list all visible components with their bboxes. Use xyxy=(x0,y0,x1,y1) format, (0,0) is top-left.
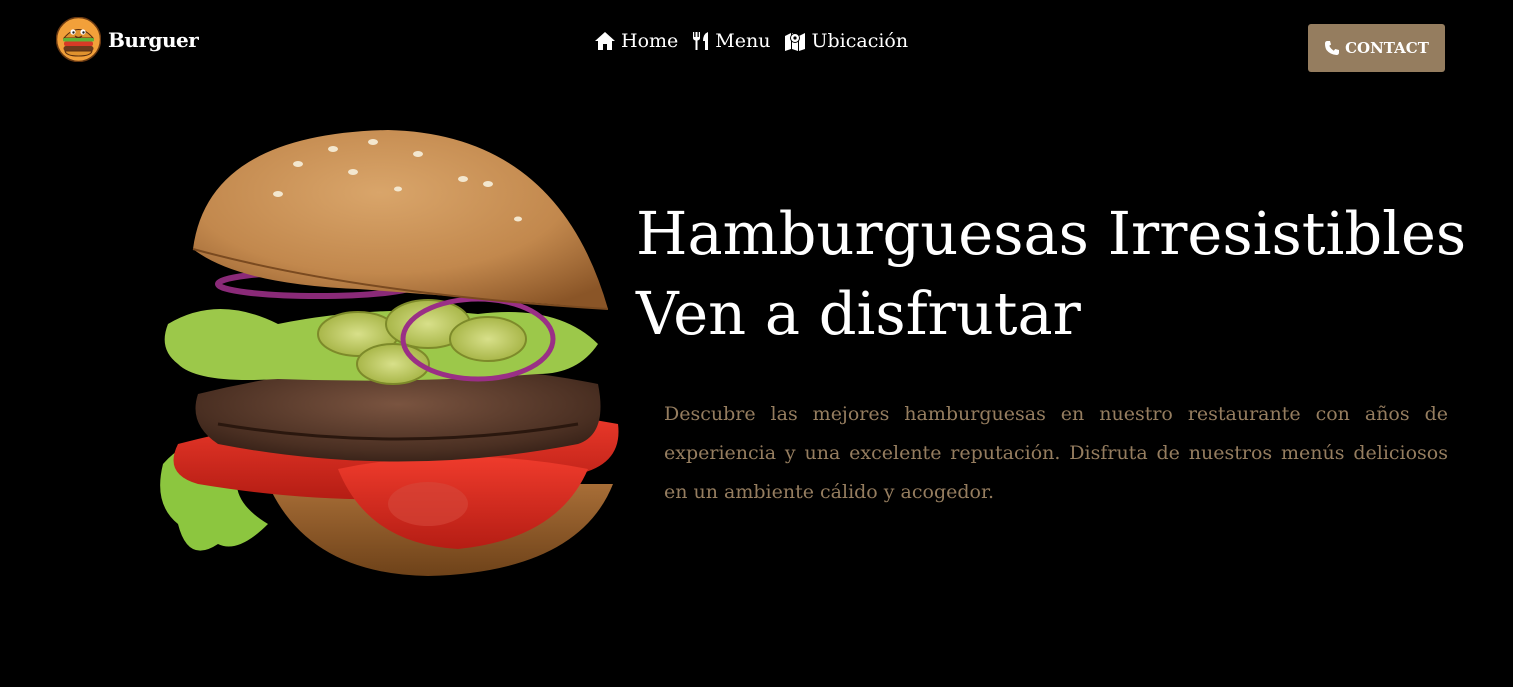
burger-photo xyxy=(160,130,619,576)
contact-button-label: CONTACT xyxy=(1345,39,1429,57)
brand-name: Burguer xyxy=(108,27,199,52)
nav-item-label: Home xyxy=(621,30,679,52)
main-nav: Home Menu Ubicación xyxy=(594,28,908,54)
hero-title-line-1: Hamburguesas Irresistibles xyxy=(636,199,1467,268)
nav-item-label: Menu xyxy=(715,30,771,52)
burger-mascot-icon xyxy=(56,17,101,62)
nav-item-label: Ubicación xyxy=(811,30,909,52)
hero-description: Descubre las mejores hamburguesas en nue… xyxy=(664,403,1448,503)
hero-title-line-2: Ven a disfrutar xyxy=(636,279,1081,348)
hero-title: Hamburguesas Irresistibles Ven a disfrut… xyxy=(636,194,1496,354)
nav-item-ubicacion[interactable]: Ubicación xyxy=(784,30,908,52)
brand-link[interactable]: Burguer xyxy=(56,17,199,62)
nav-item-home[interactable]: Home xyxy=(594,30,678,52)
utensils-icon xyxy=(692,31,710,51)
phone-icon xyxy=(1324,40,1340,56)
contact-button[interactable]: CONTACT xyxy=(1308,24,1445,72)
nav-item-menu[interactable]: Menu xyxy=(692,30,770,52)
map-icon xyxy=(784,31,806,51)
home-icon xyxy=(594,31,616,51)
